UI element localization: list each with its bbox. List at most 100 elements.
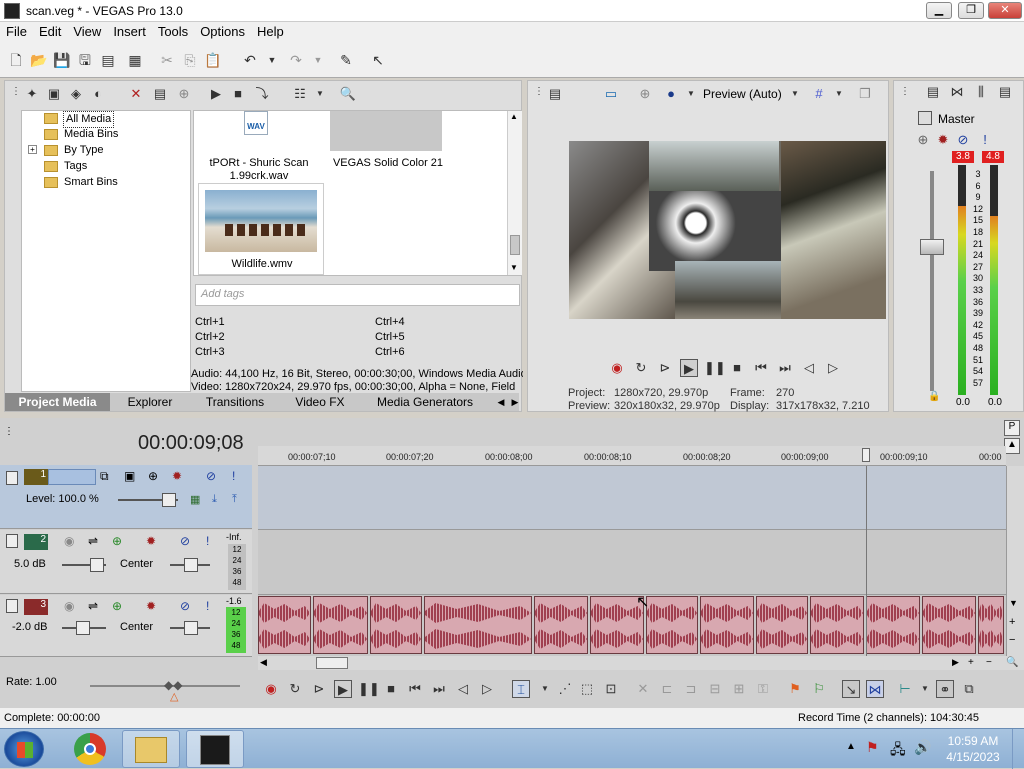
- zoom-in-icon[interactable]: +: [1009, 616, 1015, 628]
- auto-preview-icon[interactable]: ⤵: [253, 85, 271, 103]
- video-track-lane[interactable]: [258, 466, 1006, 530]
- master-properties-icon[interactable]: ▤: [924, 83, 942, 101]
- invert-phase-icon[interactable]: ⇌: [88, 599, 98, 613]
- tree-item-by-type[interactable]: + By Type: [28, 143, 168, 158]
- views-icon[interactable]: ☷: [291, 85, 309, 103]
- tag-shortcut[interactable]: Ctrl+5: [375, 331, 405, 343]
- stop-icon[interactable]: ■: [728, 359, 746, 377]
- scroll-down-icon[interactable]: ▼: [1009, 598, 1018, 608]
- redo-dropdown-icon[interactable]: ▼: [308, 50, 328, 70]
- tab-project-media[interactable]: Project Media: [5, 393, 110, 411]
- pause-icon[interactable]: ❚❚: [704, 359, 726, 377]
- media-item-wildlife[interactable]: Wildlife.wmv: [198, 183, 324, 275]
- current-time-display[interactable]: 00:00:09;08: [138, 432, 244, 455]
- import-media-icon[interactable]: ✦: [23, 85, 41, 103]
- volume-slider-handle[interactable]: [90, 558, 104, 572]
- extract-audio-icon[interactable]: ◈: [67, 85, 85, 103]
- volume-slider-handle[interactable]: [76, 621, 90, 635]
- mute-icon[interactable]: ⊘: [180, 534, 190, 548]
- track-lanes[interactable]: ↖: [258, 466, 1006, 656]
- composite-mode-icon[interactable]: ⧉: [100, 469, 109, 484]
- undo-dropdown-icon[interactable]: ▼: [262, 50, 282, 70]
- audio-event-clip[interactable]: [370, 596, 422, 654]
- track-minimize-icon[interactable]: [6, 599, 18, 613]
- cut-icon[interactable]: ✂: [157, 50, 177, 70]
- loop-playback-icon[interactable]: ↻: [632, 359, 650, 377]
- scroll-thumb[interactable]: [510, 235, 520, 255]
- audio-event-clip[interactable]: [866, 596, 920, 654]
- mute-icon[interactable]: ⊘: [180, 599, 190, 613]
- track-fx-icon[interactable]: ✹: [146, 534, 156, 548]
- track-motion-icon[interactable]: ⊕: [148, 469, 158, 483]
- tag-shortcut[interactable]: Ctrl+2: [195, 331, 225, 343]
- trim-start-icon[interactable]: ⊐: [682, 680, 700, 698]
- tab-scroll-left-icon[interactable]: ◀: [495, 393, 507, 411]
- network-icon[interactable]: 🖧: [890, 739, 906, 763]
- ignore-grouping-icon[interactable]: ⧉: [960, 680, 978, 698]
- play-icon[interactable]: ▶: [680, 359, 698, 377]
- scroll-right-icon[interactable]: ▶: [952, 657, 959, 668]
- mute-icon[interactable]: ⊘: [206, 469, 216, 483]
- audio-track-lane-2[interactable]: [258, 531, 1006, 595]
- master-fx-chain-icon[interactable]: ✹: [934, 131, 952, 149]
- tree-item-tags[interactable]: Tags: [42, 159, 162, 174]
- stop-preview-icon[interactable]: ■: [229, 85, 247, 103]
- collapse-keyframes-icon[interactable]: ⤒: [232, 493, 237, 506]
- media-item-label[interactable]: VEGAS Solid Color 21: [328, 157, 448, 169]
- master-menu-icon[interactable]: ▤: [996, 83, 1014, 101]
- previous-frame-icon[interactable]: ◁: [800, 359, 818, 377]
- overlays-icon[interactable]: #: [810, 85, 828, 103]
- trim-icon[interactable]: ⊏: [658, 680, 676, 698]
- master-fader-track[interactable]: [930, 171, 934, 391]
- remove-media-icon[interactable]: ✕: [127, 85, 145, 103]
- split-dropdown-icon[interactable]: ▼: [682, 85, 700, 103]
- preview-properties-icon[interactable]: ▤: [546, 85, 564, 103]
- split-screen-icon[interactable]: ●: [662, 85, 680, 103]
- level-slider-handle[interactable]: [162, 493, 176, 507]
- stop-icon[interactable]: ■: [382, 680, 400, 698]
- zoom-out-icon[interactable]: −: [1009, 634, 1015, 646]
- pause-icon[interactable]: ❚❚: [358, 680, 380, 698]
- menu-options[interactable]: Options: [194, 22, 251, 41]
- audio-event-clip[interactable]: [922, 596, 976, 654]
- new-project-icon[interactable]: 🗋: [6, 50, 26, 70]
- audio-event-clip[interactable]: [810, 596, 864, 654]
- lock-events-icon[interactable]: ⚿: [754, 680, 772, 698]
- go-to-end-icon[interactable]: ⏭: [430, 680, 448, 698]
- solo-icon[interactable]: !: [976, 131, 994, 149]
- invert-phase-icon[interactable]: ⇌: [88, 534, 98, 548]
- tags-input[interactable]: Add tags: [195, 284, 520, 306]
- track-header-audio-2[interactable]: 2 ◉ ⇌ ⊕ ✹ ⊘ ! 5.0 dB Center -Inf. 12 24 36…: [0, 530, 252, 594]
- play-from-start-icon[interactable]: ⊳: [656, 359, 674, 377]
- track-fx-routing-icon[interactable]: ⊕: [112, 599, 122, 613]
- mixer-icon[interactable]: ⫼: [972, 83, 990, 101]
- audio-event-clip[interactable]: [978, 596, 1004, 654]
- play-icon[interactable]: ▶: [334, 680, 352, 698]
- properties-icon[interactable]: ▦: [125, 50, 145, 70]
- audio-event-clip[interactable]: [534, 596, 588, 654]
- close-button[interactable]: ✕: [988, 2, 1022, 19]
- start-button[interactable]: [4, 731, 44, 767]
- downmix-icon[interactable]: ⋈: [948, 83, 966, 101]
- scroll-left-icon[interactable]: ◀: [260, 657, 267, 668]
- timeline-scroll-up-icon[interactable]: ▲: [1004, 438, 1020, 454]
- preview-quality-dropdown[interactable]: Preview (Auto): [703, 87, 782, 101]
- tab-scroll-right-icon[interactable]: ▶: [509, 393, 521, 411]
- wav-file-icon[interactable]: WAV: [244, 111, 268, 135]
- tab-explorer[interactable]: Explorer: [115, 393, 185, 411]
- next-frame-icon[interactable]: ▷: [478, 680, 496, 698]
- ripple-dropdown-icon[interactable]: ▼: [916, 680, 934, 698]
- expand-keyframes-icon[interactable]: ⤓: [212, 493, 217, 506]
- zoom-out-time-icon[interactable]: −: [986, 657, 992, 668]
- preview-quality-arrow-icon[interactable]: ▼: [786, 85, 804, 103]
- audio-event-clip[interactable]: [700, 596, 754, 654]
- arm-record-icon[interactable]: ◉: [64, 534, 74, 548]
- delete-icon[interactable]: ✕: [634, 680, 652, 698]
- menu-edit[interactable]: Edit: [33, 22, 67, 41]
- tab-video-fx[interactable]: Video FX: [285, 393, 355, 411]
- tab-media-generators[interactable]: Media Generators: [360, 393, 490, 411]
- marker-bar-icon[interactable]: P: [1004, 420, 1020, 436]
- media-list-scrollbar[interactable]: ▲ ▼: [507, 111, 522, 275]
- record-icon[interactable]: ◉: [608, 359, 626, 377]
- enable-snapping-icon[interactable]: ✎: [336, 50, 356, 70]
